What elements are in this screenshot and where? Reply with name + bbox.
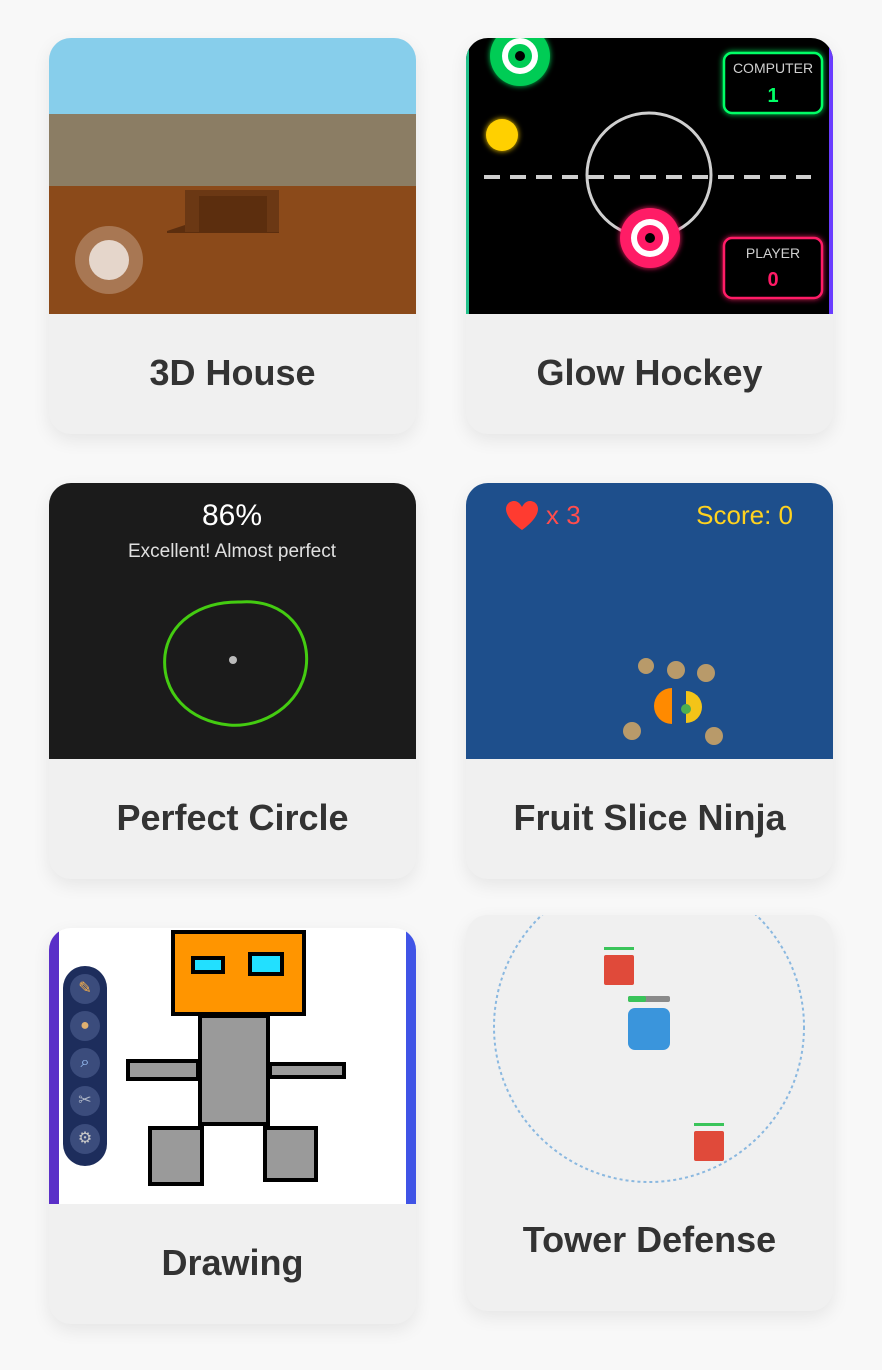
game-thumbnail — [49, 38, 416, 314]
player-score: 0 — [767, 269, 778, 291]
tower — [628, 1008, 670, 1050]
player-label: PLAYER — [746, 245, 800, 261]
puck — [486, 119, 518, 151]
lives-count: x 3 — [546, 500, 581, 530]
magnifier-icon[interactable]: ⌕ — [70, 1048, 100, 1078]
game-title: Glow Hockey — [536, 352, 763, 393]
game-thumbnail: x 3 Score: 0 — [466, 483, 833, 759]
computer-score: 1 — [767, 85, 778, 107]
game-card-glow-hockey[interactable]: COMPUTER 1 PLAYER 0 Glow Hockey — [466, 38, 833, 434]
enemy — [604, 955, 634, 985]
game-title: Perfect Circle — [116, 797, 349, 838]
score-percent: 86% — [202, 499, 262, 532]
game-card-fruit-slice-ninja[interactable]: x 3 Score: 0 Fruit Slice Ninja — [466, 483, 833, 879]
game-card-drawing[interactable]: ✎ ● ⌕ ✂ ⚙ Drawing — [49, 928, 416, 1324]
game-thumbnail: 86% Excellent! Almost perfect — [49, 483, 416, 759]
game-title: Drawing — [161, 1242, 304, 1283]
computer-label: COMPUTER — [733, 60, 813, 76]
scissors-icon[interactable]: ✂ — [70, 1086, 100, 1116]
score-text: Score: 0 — [696, 500, 793, 530]
drawing-toolbar: ✎ ● ⌕ ✂ ⚙ — [63, 966, 107, 1166]
game-card-tower-defense[interactable]: Tower Defense — [466, 915, 833, 1311]
pencil-icon[interactable]: ✎ — [70, 974, 100, 1004]
game-title: Fruit Slice Ninja — [513, 797, 786, 838]
game-thumbnail: ✎ ● ⌕ ✂ ⚙ — [49, 928, 416, 1204]
joystick-knob — [89, 240, 129, 280]
gear-icon[interactable]: ⚙ — [70, 1124, 100, 1154]
center-dot — [229, 656, 237, 664]
game-title: Tower Defense — [522, 1219, 777, 1260]
enemy — [694, 1131, 724, 1161]
game-title: 3D House — [149, 352, 316, 393]
game-card-perfect-circle[interactable]: 86% Excellent! Almost perfect Perfect Ci… — [49, 483, 416, 879]
game-thumbnail — [466, 915, 833, 1205]
game-thumbnail: COMPUTER 1 PLAYER 0 — [466, 38, 833, 314]
palette-icon[interactable]: ● — [70, 1011, 100, 1041]
score-message: Excellent! Almost perfect — [128, 541, 337, 562]
game-card-3d-house[interactable]: 3D House — [49, 38, 416, 434]
